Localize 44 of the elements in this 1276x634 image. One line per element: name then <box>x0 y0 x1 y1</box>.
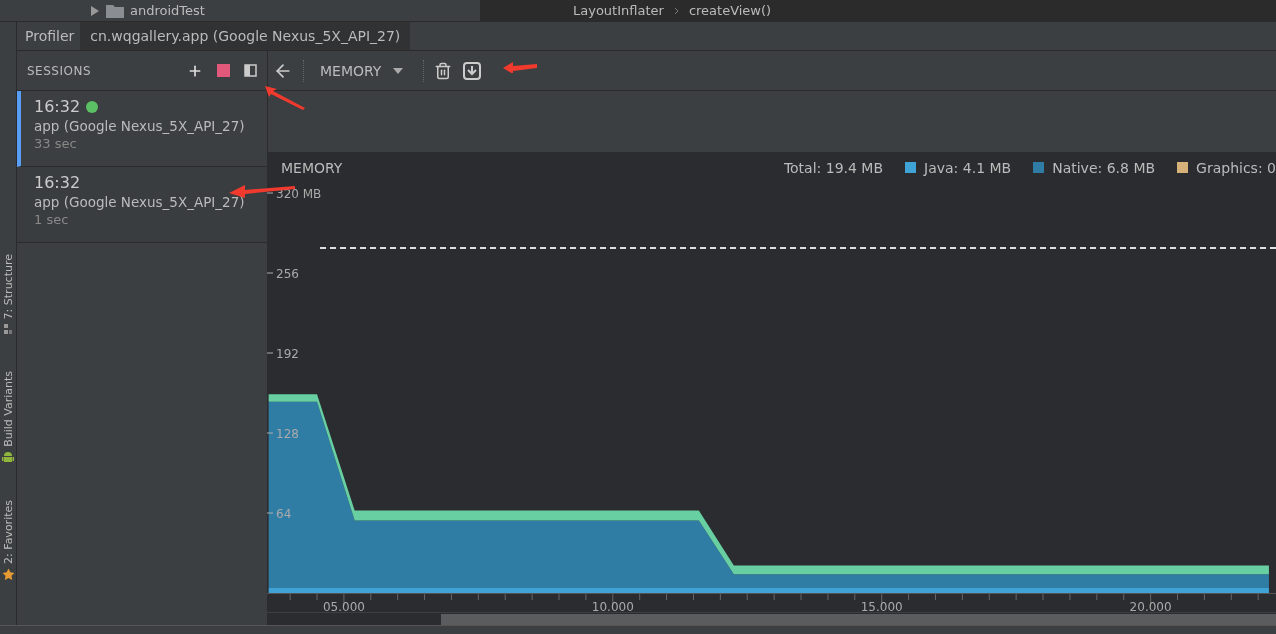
breadcrumb-item[interactable]: createView() <box>688 3 772 18</box>
sessions-title: SESSIONS <box>27 63 92 78</box>
x-axis-label: 05.000 <box>322 600 365 615</box>
legend-label: Native: 6.8 MB <box>1052 159 1156 176</box>
annotation-arrow <box>502 61 538 73</box>
folder-icon <box>106 4 124 18</box>
session-duration: 33 sec <box>34 136 78 151</box>
session-item[interactable]: 16:32 app (Google Nexus_5X_API_27) 33 sec <box>17 91 267 167</box>
legend-label: Java: 4.1 MB <box>924 159 1012 176</box>
session-name: app (Google Nexus_5X_API_27) <box>34 194 246 210</box>
chevron-icon <box>673 6 679 15</box>
y-axis-label: 256 <box>276 267 299 282</box>
session-time: 16:32 <box>34 97 81 116</box>
android-icon <box>2 451 14 465</box>
chart-title: MEMORY <box>281 159 344 176</box>
x-axis-label: 15.000 <box>860 600 903 615</box>
annotation-arrow <box>228 184 296 198</box>
y-axis-label: 192 <box>276 347 299 362</box>
x-axis-label: 20.000 <box>1129 600 1172 615</box>
tool-window-label[interactable]: Build Variants <box>1 371 15 448</box>
breadcrumb-item[interactable]: LayoutInflater <box>573 3 664 18</box>
scrollbar-thumb[interactable] <box>441 614 1276 625</box>
session-tab[interactable]: cn.wqgallery.app (Google Nexus_5X_API_27) <box>80 22 411 50</box>
tool-window-label[interactable]: 7: Structure <box>1 254 15 320</box>
session-time: 16:32 <box>34 173 81 192</box>
y-axis-label: 128 <box>276 427 299 442</box>
tree-item-label[interactable]: androidTest <box>130 2 205 20</box>
star-icon <box>1 568 15 582</box>
y-axis-label: 64 <box>276 507 292 522</box>
session-name: app (Google Nexus_5X_API_27) <box>34 118 246 134</box>
expand-triangle-icon[interactable] <box>90 6 100 16</box>
session-duration: 1 sec <box>34 212 70 227</box>
save-icon[interactable] <box>462 60 483 81</box>
total-memory: Total: 19.4 MB <box>783 159 884 176</box>
annotation-arrow <box>263 84 307 110</box>
caret-icon <box>393 67 404 74</box>
tool-window-label[interactable]: 2: Favorites <box>1 500 15 565</box>
legend-label: Graphics: 0 <box>1196 159 1276 176</box>
panel-icon[interactable] <box>244 64 257 77</box>
x-axis-label: 10.000 <box>591 600 634 615</box>
delete-icon[interactable] <box>434 61 453 80</box>
tool-window-title: Profiler <box>24 28 76 44</box>
structure-icon <box>3 323 13 336</box>
monitor-dropdown[interactable]: MEMORY <box>314 62 414 79</box>
